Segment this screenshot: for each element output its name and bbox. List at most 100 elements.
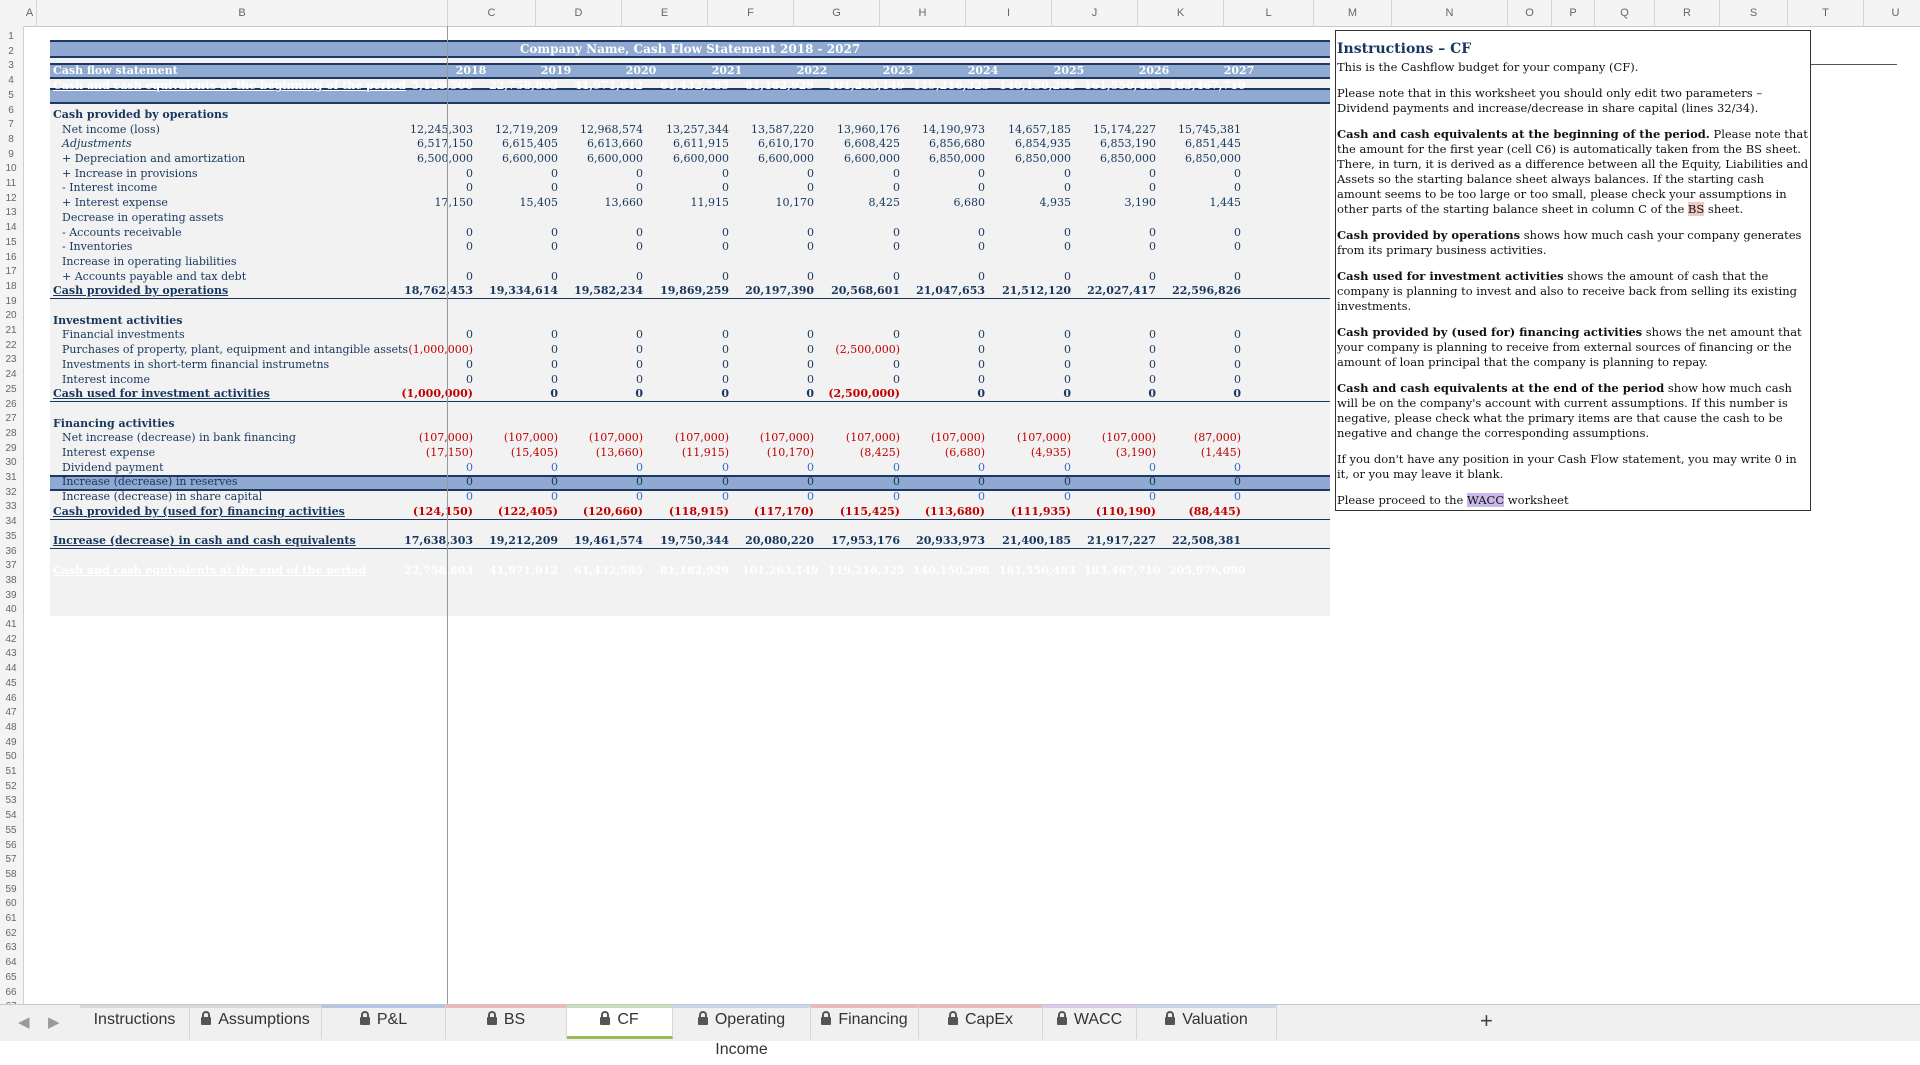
row-label[interactable]: Financial investments (62, 328, 185, 342)
value-cell[interactable]: 0 (1169, 461, 1241, 475)
value-cell[interactable]: 101,263,149 (828, 79, 905, 93)
row-header[interactable]: 8 (0, 133, 22, 147)
value-cell[interactable]: 0 (913, 343, 985, 357)
value-cell[interactable]: (107,000) (742, 431, 814, 445)
value-cell[interactable]: 0 (1084, 226, 1156, 240)
value-cell[interactable]: 0 (657, 475, 729, 489)
value-cell[interactable]: 0 (571, 167, 643, 181)
value-cell[interactable]: 19,582,234 (571, 284, 643, 298)
row-header[interactable]: 16 (0, 251, 22, 265)
row-header[interactable]: 26 (0, 398, 22, 412)
value-cell[interactable]: 0 (571, 490, 643, 504)
value-cell[interactable]: 6,853,190 (1084, 137, 1156, 151)
column-header-k[interactable]: K (1138, 0, 1224, 26)
value-cell[interactable]: 0 (1084, 387, 1156, 401)
value-cell[interactable]: (107,000) (486, 431, 558, 445)
value-cell[interactable]: 183,467,710 (1084, 564, 1161, 578)
value-cell[interactable]: 19,212,209 (486, 534, 558, 548)
value-cell[interactable]: (10,170) (742, 446, 814, 460)
column-header-u[interactable]: U (1864, 0, 1920, 26)
value-cell[interactable]: 6,608,425 (828, 137, 900, 151)
value-cell[interactable]: 0 (999, 270, 1071, 284)
row-label[interactable]: + Increase in provisions (62, 167, 198, 181)
row-header[interactable]: 3 (0, 59, 22, 73)
value-cell[interactable]: 6,600,000 (571, 152, 643, 166)
value-cell[interactable]: 0 (1084, 490, 1156, 504)
row-header[interactable]: 19 (0, 295, 22, 309)
value-cell[interactable]: 15,405 (486, 196, 559, 210)
value-cell[interactable]: 0 (1169, 240, 1241, 254)
column-header-b[interactable]: B (37, 0, 448, 26)
value-cell[interactable]: 41,971,012 (486, 564, 558, 578)
value-cell[interactable]: 0 (742, 343, 814, 357)
value-cell[interactable]: 0 (742, 461, 814, 475)
row-header[interactable]: 43 (0, 647, 22, 661)
row-label[interactable]: Financing activities (53, 417, 175, 431)
column-header-g[interactable]: G (794, 0, 880, 26)
value-cell[interactable]: (4,935) (999, 446, 1071, 460)
value-cell[interactable]: 0 (828, 181, 900, 195)
value-cell[interactable]: 17,150 (401, 196, 474, 210)
value-cell[interactable]: 0 (828, 358, 900, 372)
table-row[interactable]: Financing activities (23, 417, 1363, 431)
column-header-i[interactable]: I (966, 0, 1052, 26)
table-row[interactable]: Dividend payment 0 0 0 0 0 0 0 0 0 0 (23, 461, 1363, 475)
value-cell[interactable]: 0 (571, 181, 643, 195)
row-header[interactable]: 30 (0, 456, 22, 470)
row-header[interactable]: 63 (0, 941, 22, 955)
row-header[interactable]: 4 (0, 74, 22, 88)
value-cell[interactable]: 0 (1169, 475, 1241, 489)
row-header[interactable]: 66 (0, 986, 22, 1000)
value-cell[interactable]: 0 (401, 328, 473, 342)
value-cell[interactable]: 0 (828, 461, 900, 475)
column-header-m[interactable]: M (1314, 0, 1392, 26)
row-label[interactable]: Adjustments (62, 137, 132, 151)
table-row[interactable]: - Inventories 0 0 0 0 0 0 0 0 0 0 (23, 240, 1363, 254)
value-cell[interactable]: 6,615,405 (486, 137, 558, 151)
value-cell[interactable]: 0 (742, 181, 814, 195)
value-cell[interactable]: 0 (657, 343, 729, 357)
value-cell[interactable]: 0 (999, 461, 1071, 475)
row-label[interactable]: - Interest income (62, 181, 157, 195)
value-cell[interactable]: 17,638,303 (401, 534, 473, 548)
value-cell[interactable]: 0 (571, 240, 643, 254)
value-cell[interactable]: 0 (828, 475, 900, 489)
value-cell[interactable]: 140,150,298 (999, 79, 1076, 93)
value-cell[interactable]: 6,854,935 (999, 137, 1071, 151)
table-row[interactable]: Purchases of property, plant, equipment … (23, 343, 1363, 357)
tab-capex[interactable]: CapEx (919, 1005, 1043, 1039)
row-header[interactable]: 62 (0, 927, 22, 941)
table-row[interactable]: Cash and cash equivalents at the beginni… (50, 79, 1330, 93)
row-header[interactable]: 15 (0, 236, 22, 250)
row-header[interactable]: 57 (0, 853, 22, 867)
row-header[interactable]: 35 (0, 530, 22, 544)
sheet-title[interactable]: Company Name, Cash Flow Statement 2018 -… (50, 40, 1330, 58)
row-header[interactable]: 51 (0, 765, 22, 779)
value-cell[interactable]: 0 (657, 328, 729, 342)
table-row[interactable]: - Accounts receivable 0 0 0 0 0 0 0 0 0 0 (23, 226, 1363, 240)
column-header-t[interactable]: T (1788, 0, 1864, 26)
value-cell[interactable]: 0 (742, 226, 814, 240)
value-cell[interactable]: 20,080,220 (742, 534, 814, 548)
tab-valuation[interactable]: Valuation (1137, 1005, 1277, 1039)
row-header[interactable]: 12 (0, 192, 22, 206)
tab-cf[interactable]: CF (567, 1005, 673, 1039)
row-header[interactable]: 44 (0, 662, 22, 676)
value-cell[interactable]: 0 (742, 373, 814, 387)
row-header[interactable]: 48 (0, 721, 22, 735)
row-header[interactable]: 59 (0, 883, 22, 897)
value-cell[interactable]: (107,000) (401, 431, 473, 445)
row-label[interactable]: Cash provided by operations (53, 108, 228, 122)
value-cell[interactable]: (2,500,000) (828, 343, 900, 357)
value-cell[interactable]: 0 (1169, 181, 1241, 195)
value-cell[interactable]: 0 (913, 461, 985, 475)
value-cell[interactable]: 0 (486, 270, 558, 284)
table-row[interactable]: Interest expense (17,150) (15,405) (13,660)… (23, 446, 1363, 460)
column-header-p[interactable]: P (1552, 0, 1595, 26)
value-cell[interactable]: 119,216,325 (913, 79, 990, 93)
table-row[interactable]: Increase (decrease) in cash and cash equ… (50, 534, 1330, 550)
row-header[interactable]: 28 (0, 427, 22, 441)
value-cell[interactable]: 0 (999, 358, 1071, 372)
row-header[interactable]: 34 (0, 515, 22, 529)
row-header[interactable]: 64 (0, 956, 22, 970)
